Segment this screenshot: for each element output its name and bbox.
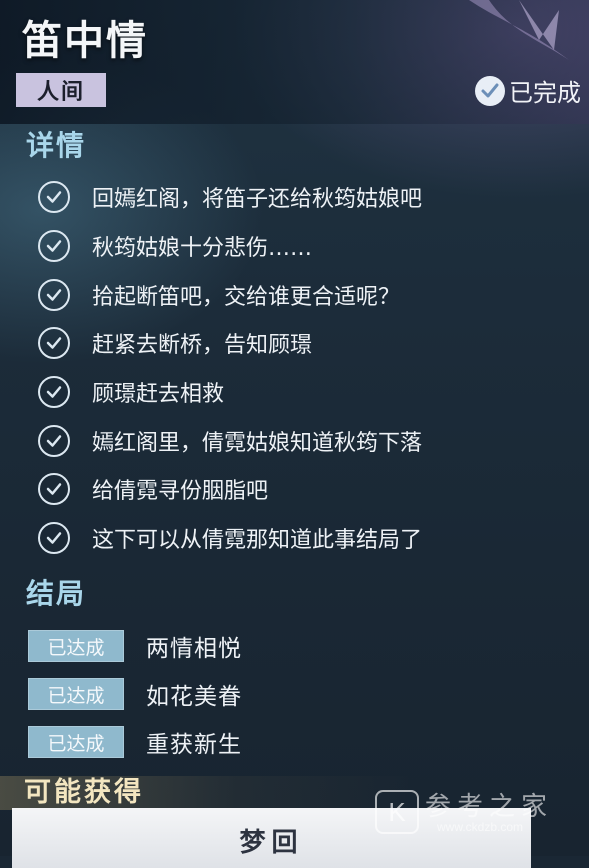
ending-name: 重获新生 (146, 732, 242, 758)
step-text: 拾起断笛吧，交给谁更合适呢？ (92, 284, 401, 310)
step-text: 赶紧去断桥，告知顾璟 (92, 333, 313, 359)
ending-name: 如花美眷 (146, 684, 242, 710)
watermark-url: www.ckdzb.com (437, 820, 524, 834)
quest-category-tag: 人间 (16, 73, 106, 107)
step-text: 给倩霓寻份胭脂吧 (92, 479, 269, 505)
check-circle-icon (38, 522, 70, 555)
check-circle-icon (38, 376, 70, 409)
quest-title: 笛中情 (22, 18, 148, 64)
achieved-badge: 已达成 (28, 678, 124, 710)
achieved-badge: 已达成 (28, 726, 124, 758)
list-item: 顾璟赶去相救 (38, 368, 578, 417)
step-text: 秋筠姑娘十分悲伤…… (92, 236, 313, 262)
list-item: 回嫣红阁，将笛子还给秋筠姑娘吧 (38, 173, 578, 222)
step-text: 回嫣红阁，将笛子还给秋筠姑娘吧 (92, 187, 423, 213)
watermark: K 参考之家 www.ckdzb.com (375, 786, 575, 846)
ending-item[interactable]: 已达成 如花美眷 (28, 670, 242, 718)
details-heading: 详情 (26, 129, 87, 162)
endings-heading: 结局 (26, 577, 87, 610)
check-circle-icon (38, 181, 70, 214)
feather-icon (469, 0, 569, 60)
status-label: 已完成 (509, 79, 581, 107)
check-circle-icon (38, 278, 70, 311)
ending-name: 两情相悦 (146, 636, 242, 662)
ending-item[interactable]: 已达成 两情相悦 (28, 622, 242, 670)
list-item: 拾起断笛吧，交给谁更合适呢？ (38, 270, 578, 319)
ending-item[interactable]: 已达成 重获新生 (28, 718, 242, 766)
step-text: 嫣红阁里，倩霓姑娘知道秋筠下落 (92, 430, 423, 456)
list-item: 这下可以从倩霓那知道此事结局了 (38, 514, 578, 563)
check-circle-icon (38, 473, 70, 506)
achieved-badge: 已达成 (28, 630, 124, 662)
check-circle-icon (38, 230, 70, 263)
step-text: 顾璟赶去相救 (92, 382, 225, 408)
check-circle-icon (475, 75, 505, 106)
list-item: 秋筠姑娘十分悲伤…… (38, 222, 578, 271)
list-item: 给倩霓寻份胭脂吧 (38, 465, 578, 514)
step-text: 这下可以从倩霓那知道此事结局了 (92, 528, 423, 554)
list-item: 赶紧去断桥，告知顾璟 (38, 319, 578, 368)
watermark-logo: K (375, 790, 419, 834)
step-list: 回嫣红阁，将笛子还给秋筠姑娘吧 秋筠姑娘十分悲伤…… 拾起断笛吧，交给谁更合适呢… (38, 173, 578, 563)
check-circle-icon (38, 424, 70, 457)
list-item: 嫣红阁里，倩霓姑娘知道秋筠下落 (38, 416, 578, 465)
quest-status: 已完成 (475, 73, 581, 108)
ending-list: 已达成 两情相悦 已达成 如花美眷 已达成 重获新生 (28, 622, 242, 766)
rewards-heading: 可能获得 (24, 777, 144, 804)
check-circle-icon (38, 327, 70, 360)
watermark-text: 参考之家 (425, 792, 554, 822)
